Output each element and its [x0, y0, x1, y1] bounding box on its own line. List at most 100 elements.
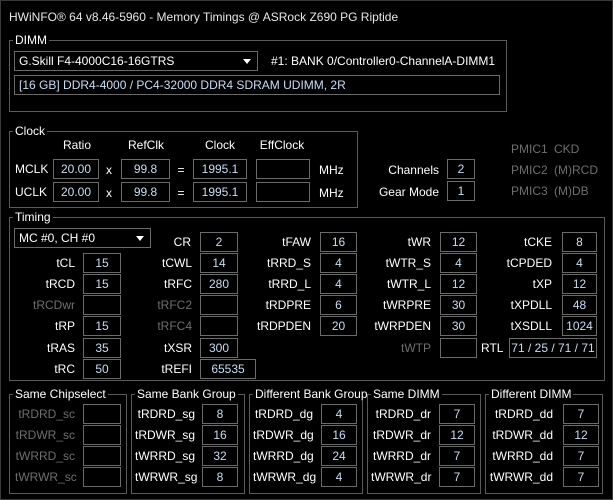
subtiming-value: 7	[439, 467, 475, 487]
subtiming-value: 7	[439, 404, 475, 424]
mclk-unit: MHz	[319, 163, 344, 177]
subtiming-value	[83, 404, 121, 424]
pmic2-label: PMIC2	[511, 163, 548, 177]
trp-value: 15	[83, 316, 121, 336]
tcpded-value: 4	[562, 253, 597, 273]
different-dimm-label: Different DIMM	[489, 387, 574, 401]
subtiming-label: tRDWR_dr	[372, 428, 431, 442]
uclk-equals-sign: =	[177, 186, 185, 200]
subtiming-value	[83, 446, 121, 466]
subtiming-label: tWRWR_dg	[253, 470, 317, 484]
subtiming-label: tRDRD_dr	[375, 407, 431, 421]
gear-mode-value: 1	[447, 181, 475, 201]
rtl-label: RTL	[481, 341, 504, 355]
twrpden-value: 30	[440, 316, 477, 336]
tras-label: tRAS	[46, 341, 75, 355]
dimm-slot-label: #1: BANK 0/Controller0-ChannelA-DIMM1	[271, 54, 496, 68]
twrpden-label: tWRPDEN	[374, 319, 431, 333]
twr-value: 12	[440, 232, 477, 252]
subtiming-value: 7	[563, 404, 599, 424]
subtiming-value: 7	[563, 467, 599, 487]
same-dimm-label: Same DIMM	[371, 387, 442, 401]
trdpden-label: tRDPDEN	[256, 319, 311, 333]
trefi-value: 65535	[200, 359, 256, 379]
subtiming-label: tWRRD_dr	[372, 449, 431, 463]
rtl-value: 71 / 25 / 71 / 71	[509, 338, 597, 358]
subtiming-label: tWRWR_sg	[135, 470, 198, 484]
tcke-value: 8	[562, 232, 597, 252]
chevron-down-icon	[243, 59, 251, 64]
subtiming-label: tRDWR_sg	[135, 428, 196, 442]
subtiming-label: tRDRD_sc	[18, 407, 75, 421]
twr-label: tWR	[407, 235, 431, 249]
tfaw-label: tFAW	[282, 235, 311, 249]
uclk-clock-value: 1995.1	[193, 182, 247, 202]
cr-label: CR	[173, 235, 191, 249]
uclk-unit: MHz	[319, 186, 344, 200]
subtiming-value: 16	[321, 425, 357, 445]
dimm-group-label: DIMM	[13, 33, 49, 47]
txsdll-label: tXSDLL	[510, 319, 552, 333]
trcdwr-label: tRCDwr	[33, 298, 75, 312]
trp-label: tRP	[54, 319, 75, 333]
subtiming-label: tWRWR_sc	[15, 470, 77, 484]
subtiming-label: tRDWR_dd	[492, 428, 553, 442]
tfaw-value: 16	[320, 232, 357, 252]
mclk-equals-sign: =	[177, 163, 185, 177]
subtiming-value: 24	[321, 446, 357, 466]
channel-select[interactable]: MC #0, CH #0	[14, 228, 151, 248]
clock-group-label: Clock	[13, 124, 48, 138]
txpdll-label: tXPDLL	[510, 298, 552, 312]
mclk-refclk-value: 99.8	[121, 159, 170, 179]
subtiming-value: 8	[202, 404, 238, 424]
mclk-clock-value: 1995.1	[193, 159, 247, 179]
tcwl-label: tCWL	[162, 256, 192, 270]
subtiming-value: 12	[563, 425, 599, 445]
tcl-label: tCL	[56, 256, 75, 270]
subtiming-value: 7	[563, 446, 599, 466]
uclk-label: UCLK	[15, 185, 48, 199]
trfc-label: tRFC	[164, 277, 192, 291]
subtiming-value	[83, 425, 121, 445]
trefi-label: tREFI	[161, 362, 192, 376]
trcdwr-value	[83, 295, 121, 315]
uclk-ratio-value: 20.00	[53, 182, 99, 202]
title-bar[interactable]: HWiNFO® 64 v8.46-5960 - Memory Timings @…	[1, 1, 612, 33]
txsr-label: tXSR	[163, 341, 192, 355]
subtiming-value: 4	[321, 404, 357, 424]
subtiming-label: tRDWR_dg	[253, 428, 314, 442]
txsr-value: 300	[200, 338, 238, 358]
pmic2-value: (M)RCD	[554, 163, 598, 177]
mclk-ratio-value: 20.00	[53, 159, 99, 179]
trcd-value: 15	[83, 274, 121, 294]
trfc-value: 280	[200, 274, 238, 294]
same-bank-group-label: Same Bank Group	[135, 387, 238, 401]
trcd-label: tRCD	[45, 277, 75, 291]
ratio-header: Ratio	[62, 138, 91, 152]
trrd-l-label: tRRD_L	[268, 277, 311, 291]
txp-value: 12	[562, 274, 597, 294]
subtiming-label: tWRWR_dr	[371, 470, 432, 484]
subtiming-label: tWRRD_sc	[15, 449, 75, 463]
subtiming-label: tRDWR_sc	[15, 428, 75, 442]
pmic3-value: (M)DB	[554, 184, 589, 198]
memory-timings-window: HWiNFO® 64 v8.46-5960 - Memory Timings @…	[0, 0, 613, 500]
txpdll-value: 48	[562, 295, 597, 315]
subtiming-value: 7	[439, 446, 475, 466]
trdpre-label: tRDPRE	[265, 298, 311, 312]
subtiming-label: tWRRD_sg	[135, 449, 196, 463]
mclk-effclock-value	[256, 159, 310, 179]
twtr-l-value: 12	[440, 274, 477, 294]
twtr-l-label: tWTR_L	[386, 277, 431, 291]
tcwl-value: 14	[200, 253, 238, 273]
window-title: HWiNFO® 64 v8.46-5960 - Memory Timings @…	[9, 10, 399, 24]
timing-group-label: Timing	[13, 210, 53, 224]
subtiming-label: tRDRD_dg	[254, 407, 313, 421]
trrd-l-value: 4	[320, 274, 357, 294]
subtiming-label: tWRRD_dg	[253, 449, 314, 463]
subtiming-value	[83, 467, 121, 487]
dimm-module-select[interactable]: G.Skill F4-4000C16-16GTRS	[14, 51, 258, 71]
pmic3-label: PMIC3	[511, 184, 548, 198]
subtiming-value: 32	[202, 446, 238, 466]
trc-value: 50	[83, 359, 121, 379]
